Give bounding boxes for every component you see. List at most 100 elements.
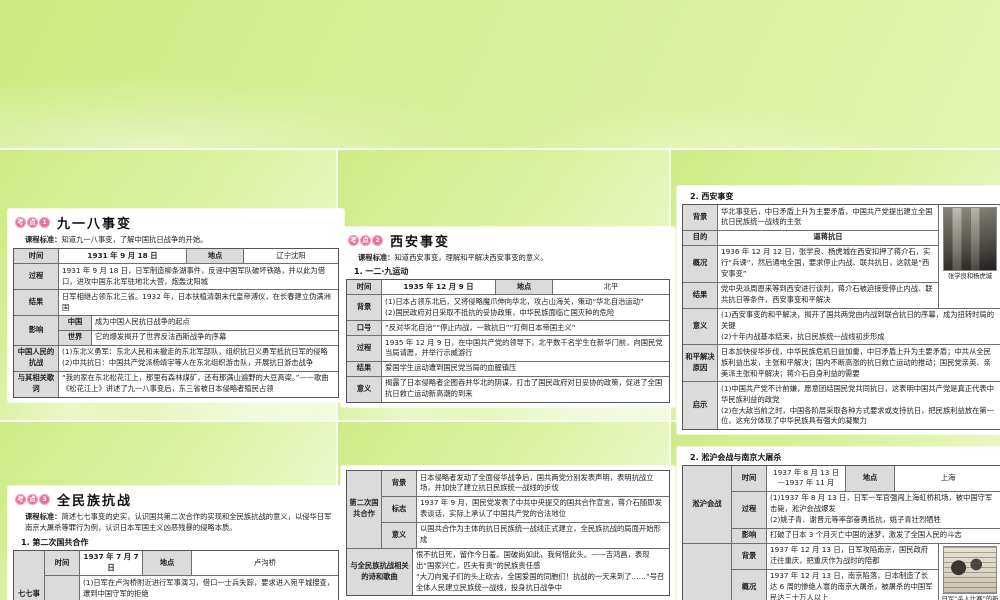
cell-peaceful-resolution-reason: 日本加快侵华步伐，中华民族危机日益加重，中日矛盾上升为主要矛盾；中共从全民族利益… xyxy=(717,345,1000,382)
cell-slogan: “反对华北自治”“停止内战，一致抗日”“打倒日本帝国主义” xyxy=(381,321,669,336)
row-label: 与其相关歌词 xyxy=(14,371,58,397)
row-label: 时间 xyxy=(14,249,58,264)
row-label: 口号 xyxy=(347,321,381,336)
panel-second-kmt-cpc-cooperation: 第二次国共合作 背景 日本侵略者发动了全面侵华战争后，国共两党分别发表声明，表明… xyxy=(341,466,675,600)
row-label: 地点 xyxy=(845,466,894,491)
right-rows: 背景 日本侵略者发动了全面侵华战争后，国共两党分别发表声明，表明抗战立场，并加快… xyxy=(381,471,669,548)
row-label: 目的 xyxy=(683,230,717,245)
cell-time: 1931 年 9 月 18 日 xyxy=(58,249,186,264)
table-row: 过程 (1)1937 年 8 月 13 日，日军一军官强闯上海虹桥机场，被中国守… xyxy=(732,490,1000,528)
panel-title: 九一八事变 xyxy=(57,217,133,232)
cell-meaning: 揭露了日本侵略者企图吞并华北的阴谋，打击了国民政府对日妥协的政策，促进了全国抗日… xyxy=(381,376,669,402)
cell-result: 日军相继占领东北三省。1932 年，日本扶植清朝末代皇帝溥仪，在长春建立伪满洲国 xyxy=(58,290,338,315)
cell-background: 日本侵略者发动了全面侵华战争后，国共两党分别发表声明，表明抗战立场，并加快了建立… xyxy=(416,471,669,496)
table-row: 时间 1937 年 7 月 7 日 地点 卢沟桥 xyxy=(45,550,338,576)
cell-place: 北平 xyxy=(552,280,669,295)
cell-result: 党中央派周恩来等到西安进行谈判，蒋介石被迫接受停止内战、联共抗日等条件，西安事变… xyxy=(717,282,938,308)
section-subtitle: 2. 西安事变 xyxy=(690,192,734,201)
left-rows: 背景 华北事变后，中日矛盾上升为主要矛盾，中国共产党提出建立全国抗日民族统一战线… xyxy=(683,205,938,308)
table-row: 结果 爱国学生运动遭到国民党当局的血腥镇压 xyxy=(347,360,669,376)
panel-titlebar: 考 点 2 西安事变 xyxy=(348,231,670,250)
meaning-item: (2)十年内战基本结束，抗日民族统一战线初步形成 xyxy=(721,331,885,341)
cell-background: 1937 年 12 月 13 日，日军攻陷南京，国民政府迁往重庆，把重庆作为战时… xyxy=(766,543,938,569)
section-subtitle: 2. 淞沪会战与南京大屠杀 xyxy=(690,453,782,462)
lesson-item: (2)在大敌当前之时，中国各阶层采取各种方式要求或支持抗日，把民族利益放在第一位… xyxy=(721,405,995,426)
table-row-group: 第二次国共合作 背景 日本侵略者发动了全面侵华战争后，国共两党分别发表声明，表明… xyxy=(347,471,669,548)
row-label: 背景 xyxy=(347,295,381,321)
cell-time: 1937 年 7 月 7 日 xyxy=(79,550,142,576)
photo-cell: 日军“杀人比赛”的新闻报道 xyxy=(938,543,1000,600)
table-row: 中国人民的抗战 (1)东北义勇军：东北人民和未撤走的东北军部队，组织抗日义勇军抵… xyxy=(14,344,338,371)
table-row: 概况 1937 年 12 月 13 日，南京陷落，日本制造了长达 6 周的惨绝人… xyxy=(732,568,938,600)
table-row: 标志 1937 年 9 月，国民党发表了中共中央提交的国共合作宣言，蒋介石随即发… xyxy=(382,495,669,522)
cell-impact-world: 它的爆发揭开了世界反法西斯战争的序幕 xyxy=(91,330,338,345)
background-item: (1)日本占领东北后，又将侵略魔爪伸向华北，攻占山海关，策动“华北自治运动” xyxy=(385,296,644,306)
table-row: 影响 中国 成为中国人民抗日战争的起点 世界 它的爆发揭开了世界反法西斯战争的序… xyxy=(14,314,338,345)
cell-songs: 恨不抗日死，留作今日羞。国破尚如此，我何惜此头。——吉鸿昌，表现出“国家兴亡，匹… xyxy=(412,548,669,596)
exam-point-badge: 考 点 3 xyxy=(15,494,50,505)
slides-page: 考 点 1 九一八事变 课程标准：知道九一八事变，了解中国抗日战争的开始。 时间… xyxy=(0,0,1000,600)
table-row: 世界 它的爆发揭开了世界反法西斯战争的序幕 xyxy=(59,329,338,345)
cell-time: 1935 年 12 月 9 日 xyxy=(381,280,495,295)
row-label: 过程 xyxy=(14,264,58,290)
table-row-group: 背景 1937 年 12 月 13 日，日军攻陷南京，国民政府迁往重庆，把重庆作… xyxy=(732,543,1000,600)
right-rows: 背景 1937 年 12 月 13 日，日军攻陷南京，国民政府迁往重庆，把重庆作… xyxy=(731,543,1000,600)
row-label: 地点 xyxy=(186,249,243,264)
row-label: 概况 xyxy=(732,569,766,600)
photo-caption: 日军“杀人比赛”的新闻报道 xyxy=(941,595,999,600)
group-label-cooperation: 第二次国共合作 xyxy=(347,471,381,548)
panel-shanghai-nanjing: 2. 淞沪会战与南京大屠杀 淞沪会战 时间 1937 年 8 月 13 日—19… xyxy=(677,447,1000,600)
cell-mark: 1937 年 9 月，国民党发表了中共中央提交的国共合作宣言，蒋介石随即发表谈话… xyxy=(416,496,669,522)
table-row: 背景 (1)日本占领东北后，又将侵略魔爪伸向华北，攻占山海关，策动“华北自治运动… xyxy=(347,294,669,321)
table-row: 结果 日军相继占领东北三省。1932 年，日本扶植清朝末代皇帝溥仪，在长春建立伪… xyxy=(14,289,338,315)
table-row-group: 南京大屠杀 背景 1937 年 12 月 13 日，日军攻陷南京，国民政府迁往重… xyxy=(683,542,1000,600)
panel-dec9-movement: 考 点 2 西安事变 课程标准：知道西安事变，理解和平解决西安事变的意义。 1.… xyxy=(341,227,675,407)
cell-place: 上海 xyxy=(894,466,1000,491)
badge-circle: 考 xyxy=(15,217,26,228)
badge-circle: 点 xyxy=(360,235,371,246)
table-row: 结果 党中央派周恩来等到西安进行谈判，蒋介石被迫接受停止内战、联共抗日等条件，西… xyxy=(683,281,938,308)
row-label: 意义 xyxy=(382,522,416,548)
background-item: (2)国民政府对日采取不抵抗的妥协政策，中华民族面临亡国灭种的危险 xyxy=(385,307,615,317)
section-subtitle: 1. 第二次国共合作 xyxy=(21,537,89,547)
grid-divider-horizontal xyxy=(0,148,1000,150)
info-table: 时间 1931 年 9 月 18 日 地点 辽宁沈阳 过程 1931 年 9 月… xyxy=(13,248,339,398)
row-label: 结果 xyxy=(14,290,58,315)
lesson-item: (1)中国共产党不计前嫌，愿意团结国民党共同抗日，这表明中国共产党是真正代表中华… xyxy=(721,383,995,404)
table-row: 意义 (1)西安事变的和平解决，揭开了国共两党由内战到联合抗日的序幕，成为扭转时… xyxy=(683,307,1000,345)
badge-circle: 1 xyxy=(39,217,50,228)
row-label: 启示 xyxy=(683,382,717,429)
row-label: 地点 xyxy=(495,280,552,295)
section-subtitle: 1. 一二·九运动 xyxy=(354,267,409,277)
row-label: 过程 xyxy=(732,491,766,528)
table-row: 口号 “反对华北自治”“停止内战，一致抗日”“打倒日本帝国主义” xyxy=(347,320,669,336)
panel-title: 西安事变 xyxy=(390,235,451,250)
row-label: 时间 xyxy=(45,550,79,576)
table-row: 与其相关歌词 “我的家在东北松花江上，那里有森林煤矿，还有那满山遍野的大豆高粱。… xyxy=(14,370,338,397)
group-label-july7-incident: 七七事变 xyxy=(14,550,44,600)
table-row: 与全民族抗战相关的诗和歌曲 恨不抗日死，留作今日羞。国破尚如此，我何惜此头。——… xyxy=(347,547,669,596)
table-row-group: 淞沪会战 时间 1937 年 8 月 13 日—1937 年 11 月 地点 上… xyxy=(683,466,1000,543)
row-label: 结果 xyxy=(347,361,381,376)
table-row: 过程 1935 年 12 月 9 日，在中国共产党的领导下，北平数千名学生在新华… xyxy=(347,335,669,361)
cell-meaning: 以国共合作为主体的抗日民族统一战线正式建立，全民族抗战的局面开始形成 xyxy=(416,522,669,548)
table-row: 影响 打破了日本 3 个月灭亡中国的迷梦，激发了全国人民的斗志 xyxy=(732,527,1000,543)
standard-text: 知道西安事变，理解和平解决西安事变的意义。 xyxy=(394,253,548,262)
song-item: 恨不抗日死，留作今日羞。国破尚如此，我何惜此头。——吉鸿昌，表现出“国家兴亡，匹… xyxy=(416,550,650,571)
cell-impact: 打破了日本 3 个月灭亡中国的迷梦，激发了全国人民的斗志 xyxy=(766,528,1000,543)
meaning-item: (1)西安事变的和平解决，揭开了国共两党由内战到联合抗日的序幕，成为扭转时局的关… xyxy=(721,310,995,330)
cell-background: (1)日本占领东北后，又将侵略魔爪伸向华北，攻占山海关，策动“华北自治运动” (… xyxy=(381,295,669,321)
panel-xian-incident: 2. 西安事变 背景 华北事变后，中日矛盾上升为主要矛盾，中国共产党提出建立全国… xyxy=(677,186,1000,434)
table-row-group: 背景 华北事变后，中日矛盾上升为主要矛盾，中国共产党提出建立全国抗日民族统一战线… xyxy=(683,205,1000,308)
cell-process: 1931 年 9 月 18 日，日军制造柳条湖事件，反诬中国军队破坏铁路，并以此… xyxy=(58,264,338,290)
info-table: 第二次国共合作 背景 日本侵略者发动了全面侵华战争后，国共两党分别发表声明，表明… xyxy=(346,470,670,597)
group-label-songhu-battle: 淞沪会战 xyxy=(683,466,731,543)
table-row: 过程 (1)日军在卢沟桥附近进行军事演习，借口一士兵失踪，要求进入宛平城搜查，遭… xyxy=(45,575,338,600)
cell-overview: 1936 年 12 月 12 日，张学良、杨虎城在西安扣押了蒋介石，实行“兵谏”… xyxy=(717,245,938,282)
table-row: 启示 (1)中国共产党不计前嫌，愿意团结国民党共同抗日，这表明中国共产党是真正代… xyxy=(683,381,1000,429)
cell-place: 辽宁沈阳 xyxy=(243,249,338,264)
row-label: 过程 xyxy=(347,336,381,361)
row-label: 中国 xyxy=(59,315,91,330)
photo-killing-contest-news xyxy=(943,545,997,594)
curriculum-standard: 课程标准：知道九一八事变，了解中国抗日战争的开始。 xyxy=(25,234,337,245)
